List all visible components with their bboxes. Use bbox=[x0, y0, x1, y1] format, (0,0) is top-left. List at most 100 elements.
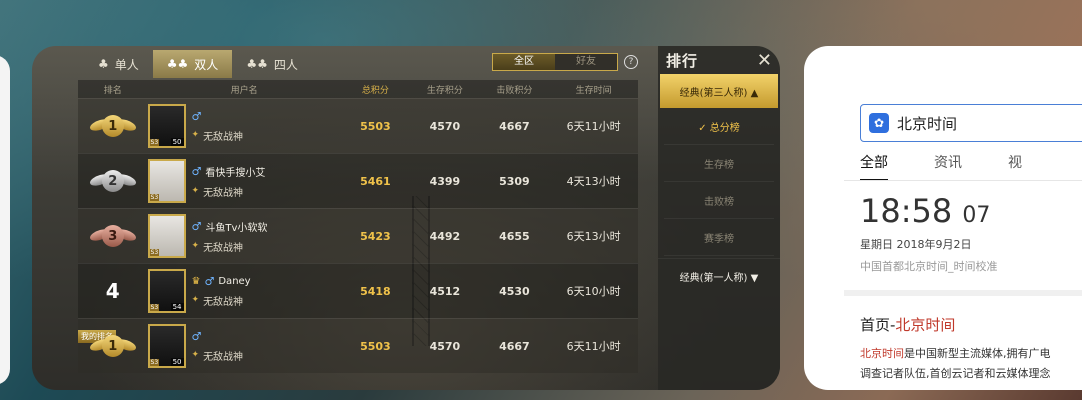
table-header: 排名 用户名 总积分 生存积分 击败积分 生存时间 bbox=[78, 80, 638, 98]
scope-toggle: 全区 好友 bbox=[492, 53, 618, 71]
rank-cell: 我的排名 1 bbox=[78, 330, 148, 360]
username: ♂ 看快手搜小艾 bbox=[191, 164, 266, 179]
scope-all-button[interactable]: 全区 bbox=[493, 54, 555, 70]
user-cell: S3 50 ♂ ✦ 无敌战神 bbox=[147, 104, 341, 148]
ranking-side-panel: 排行 ✕ 经典(第三人称) ▲ ✓ 总分榜 生存榜 击败榜 赛季榜 经典(第一人… bbox=[658, 46, 780, 390]
rank-number: 4 bbox=[105, 279, 120, 303]
table-body: 1 S350 ♂ ✦无敌战神 5503 4570 4667 6天11小时 2 bbox=[78, 98, 638, 373]
board-total[interactable]: ✓ 总分榜 bbox=[664, 108, 774, 145]
avatar[interactable]: S3 50 bbox=[147, 324, 186, 368]
avatar[interactable]: S3 50 bbox=[147, 104, 186, 148]
close-icon[interactable]: ✕ bbox=[757, 50, 772, 71]
my-rank-row[interactable]: 我的排名 1 S3 50 ♂ ✦ 无敌战神 5503 4570 4667 6天11小… bbox=[78, 318, 638, 373]
gold-rank-badge-icon: 1 bbox=[89, 112, 136, 140]
col-kill: 击败积分 bbox=[496, 85, 533, 96]
rank-cell: 3 bbox=[78, 222, 148, 250]
kill-score: 4655 bbox=[499, 229, 530, 243]
board-season[interactable]: 赛季榜 bbox=[664, 219, 774, 256]
survival-time: 6天13小时 bbox=[566, 230, 621, 243]
survival-time: 6天11小时 bbox=[566, 340, 621, 353]
date-text: 星期日 2018年9月2日 bbox=[860, 238, 972, 251]
scope-friends-button[interactable]: 好友 bbox=[555, 54, 617, 70]
rank-cell: 1 bbox=[78, 112, 148, 140]
user-cell: S3 ♂ 看快手搜小艾 ✦ 无敌战神 bbox=[147, 159, 341, 203]
survival-score: 4512 bbox=[429, 284, 461, 298]
player-title: ✦ 无敌战神 bbox=[191, 295, 244, 308]
title-emblem-icon: ✦ bbox=[191, 350, 200, 360]
previous-app-card[interactable] bbox=[0, 55, 10, 385]
tab-news[interactable]: 资讯 bbox=[934, 152, 962, 172]
crown-icon: ♛ bbox=[191, 275, 201, 287]
browser-app-card[interactable]: ✿ 北京时间 全部 资讯 视 18:58 07 星期日 2018年9月2日 中国… bbox=[804, 46, 1082, 390]
table-row[interactable]: 4 S3 54 ♛ ♂ Daney ✦ 无敌战神 5418 4512 4530 6天10… bbox=[78, 263, 638, 318]
title-emblem-icon: ✦ bbox=[191, 241, 200, 251]
result-title[interactable]: 首页-北京时间 bbox=[860, 314, 955, 335]
col-rank: 排名 bbox=[103, 85, 122, 96]
tab-solo[interactable]: ♣ 单人 bbox=[84, 50, 153, 78]
male-icon: ♂ bbox=[191, 164, 202, 178]
survival-time: 4天13小时 bbox=[566, 175, 621, 188]
survival-score: 4492 bbox=[429, 229, 461, 243]
bronze-rank-badge-icon: 3 bbox=[89, 222, 136, 250]
board-kills[interactable]: 击败榜 bbox=[664, 182, 774, 219]
total-score: 5503 bbox=[360, 339, 391, 353]
kill-score: 4530 bbox=[499, 284, 530, 298]
player-title: ✦ 无敌战神 bbox=[191, 241, 244, 254]
section-separator bbox=[844, 290, 1082, 296]
survival-score: 4570 bbox=[429, 119, 461, 133]
survival-score: 4570 bbox=[429, 339, 461, 353]
divider bbox=[844, 180, 1082, 181]
survival-score: 4399 bbox=[429, 174, 461, 188]
kill-score: 4667 bbox=[499, 339, 530, 353]
male-icon: ♂ bbox=[204, 274, 215, 288]
total-score: 5418 bbox=[360, 284, 391, 298]
rank-cell: 2 bbox=[78, 167, 148, 195]
board-survival[interactable]: 生存榜 bbox=[664, 145, 774, 182]
survival-time: 6天11小时 bbox=[566, 120, 621, 133]
male-icon: ♂ bbox=[191, 109, 202, 123]
avatar[interactable]: S3 bbox=[147, 214, 186, 258]
col-username: 用户名 bbox=[230, 85, 258, 96]
title-emblem-icon: ✦ bbox=[191, 295, 200, 305]
tab-squad[interactable]: ♣♣ 四人 bbox=[232, 50, 312, 78]
help-icon[interactable]: ? bbox=[624, 55, 638, 69]
game-app-card[interactable]: ♣ 单人 ♣♣ 双人 ♣♣ 四人 全区 好友 ? 排名 用户名 总积分 生存积分 击败… bbox=[32, 46, 780, 390]
table-row[interactable]: 1 S3 50 ♂ ✦ 无敌战神 5503 4570 4667 6天11小时 bbox=[78, 98, 638, 153]
user-cell: S3 50 ♂ ✦ 无敌战神 bbox=[147, 324, 341, 368]
tab-video[interactable]: 视 bbox=[1008, 152, 1022, 172]
category-fpp-dropdown[interactable]: 经典(第一人称) ▼ bbox=[658, 258, 780, 294]
category-tpp-dropdown[interactable]: 经典(第三人称) ▲ bbox=[660, 74, 778, 108]
search-input[interactable]: ✿ 北京时间 bbox=[860, 104, 1082, 142]
gold-rank-badge-icon: 1 bbox=[89, 332, 136, 360]
user-cell: S3 ♂ 斗鱼Tv小软软 ✦ 无敌战神 bbox=[147, 214, 341, 258]
tab-duo[interactable]: ♣♣ 双人 bbox=[152, 50, 233, 78]
search-tabs: 全部 资讯 视 bbox=[860, 152, 1022, 181]
col-time: 生存时间 bbox=[575, 85, 612, 96]
duo-icon: ♣♣ bbox=[166, 57, 189, 71]
title-emblem-icon: ✦ bbox=[191, 130, 200, 140]
player-title: ✦ 无敌战神 bbox=[191, 350, 244, 363]
kill-score: 5309 bbox=[499, 174, 530, 188]
solo-icon: ♣ bbox=[98, 57, 109, 71]
table-row[interactable]: 3 S3 ♂ 斗鱼Tv小软软 ✦ 无敌战神 5423 4492 4655 6天13小… bbox=[78, 208, 638, 263]
survival-time: 6天10小时 bbox=[566, 285, 621, 298]
male-icon: ♂ bbox=[191, 219, 202, 233]
table-row[interactable]: 2 S3 ♂ 看快手搜小艾 ✦ 无敌战神 5461 4399 5309 4天13小时 bbox=[78, 153, 638, 208]
col-survival: 生存积分 bbox=[426, 85, 463, 96]
side-header: 排行 ✕ bbox=[658, 46, 780, 74]
result-description: 北京时间是中国新型主流媒体,拥有广电 调查记者队伍,首创云记者和云媒体理念 bbox=[860, 347, 1051, 380]
username: ♂ 斗鱼Tv小软软 bbox=[191, 219, 268, 234]
total-score: 5461 bbox=[360, 174, 391, 188]
source-link[interactable]: 中国首都北京时间_时间校准 bbox=[860, 258, 998, 274]
rank-cell: 4 bbox=[78, 279, 148, 303]
leaderboard-table: 排名 用户名 总积分 生存积分 击败积分 生存时间 1 S3 50 ♂ ✦ 无敌战神 bbox=[78, 80, 638, 373]
mode-tabs: ♣ 单人 ♣♣ 双人 ♣♣ 四人 bbox=[84, 50, 312, 78]
title-emblem-icon: ✦ bbox=[191, 186, 200, 196]
user-cell: S3 54 ♛ ♂ Daney ✦ 无敌战神 bbox=[147, 269, 341, 313]
silver-rank-badge-icon: 2 bbox=[89, 167, 136, 195]
avatar[interactable]: S3 bbox=[147, 159, 186, 203]
username: ♛ ♂ Daney bbox=[191, 274, 251, 288]
tab-all[interactable]: 全部 bbox=[860, 152, 888, 181]
username: ♂ bbox=[192, 110, 244, 123]
avatar[interactable]: S3 54 bbox=[147, 269, 186, 313]
